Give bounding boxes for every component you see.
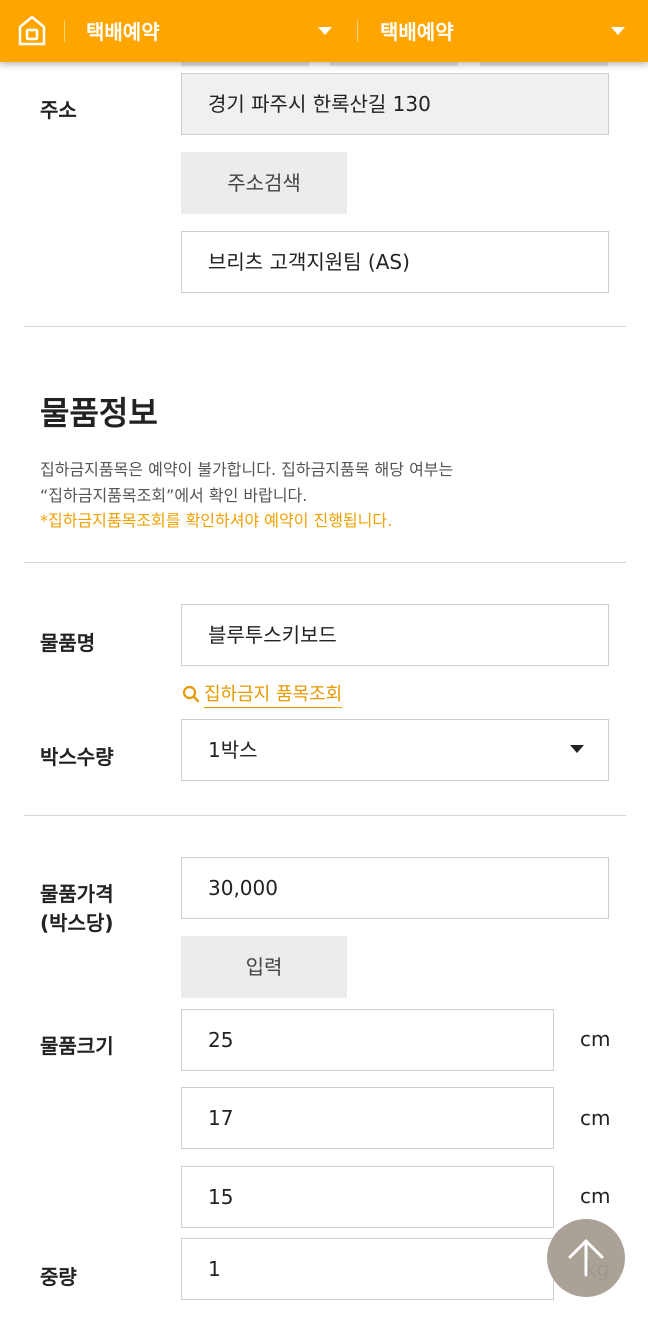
size-unit: cm bbox=[580, 1106, 611, 1130]
arrow-up-icon bbox=[568, 1239, 604, 1277]
top-bar: 택배예약 택배예약 bbox=[0, 0, 648, 62]
item-name-input[interactable]: 블루투스키보드 bbox=[181, 604, 609, 666]
menu-select-2[interactable]: 택배예약 bbox=[380, 16, 454, 45]
price-label-sub: (박스당) bbox=[40, 911, 114, 935]
divider bbox=[24, 815, 626, 816]
prohibited-items-link-label: 집하금지 품목조회 bbox=[204, 684, 343, 708]
address-detail-input[interactable]: 브리츠 고객지원팀 (AS) bbox=[181, 231, 609, 293]
price-label: 물품가격 bbox=[40, 882, 114, 906]
notice-text: “집하금지품목조회”에서 확인 바랍니다. bbox=[40, 486, 308, 505]
divider bbox=[24, 326, 626, 327]
weight-label: 중량 bbox=[40, 1265, 77, 1289]
divider bbox=[24, 562, 626, 563]
chevron-down-icon[interactable] bbox=[570, 745, 584, 753]
size-height-input[interactable]: 15 bbox=[181, 1166, 554, 1228]
size-label: 물품크기 bbox=[40, 1034, 114, 1058]
home-icon[interactable] bbox=[18, 14, 46, 46]
hidden-field-edge bbox=[181, 62, 309, 66]
header-separator bbox=[357, 20, 358, 42]
hidden-field-edge bbox=[480, 62, 608, 66]
box-count-label: 박스수량 bbox=[40, 745, 114, 769]
search-icon bbox=[182, 685, 200, 708]
chevron-down-icon[interactable] bbox=[318, 27, 332, 35]
hidden-field-edge bbox=[330, 62, 458, 66]
item-name-label: 물품명 bbox=[40, 631, 96, 655]
notice-text: 집하금지품목은 예약이 불가합니다. 집하금지품목 해당 여부는 bbox=[40, 460, 454, 479]
weight-input[interactable]: 1 bbox=[181, 1238, 554, 1300]
warning-text: *집하금지품목조회를 확인하셔야 예약이 진행됩니다. bbox=[40, 511, 393, 530]
size-unit: cm bbox=[580, 1184, 611, 1208]
section-title: 물품정보 bbox=[40, 394, 158, 432]
size-unit: cm bbox=[580, 1027, 611, 1051]
price-input-button[interactable]: 입력 bbox=[181, 936, 347, 998]
size-depth-input[interactable]: 17 bbox=[181, 1087, 554, 1149]
header-separator bbox=[64, 20, 65, 42]
price-input[interactable]: 30,000 bbox=[181, 857, 609, 919]
size-width-input[interactable]: 25 bbox=[181, 1009, 554, 1071]
address-label: 주소 bbox=[40, 98, 77, 122]
address-field: 경기 파주시 한록산길 130 bbox=[181, 73, 609, 135]
menu-select-1[interactable]: 택배예약 bbox=[86, 16, 160, 45]
box-count-select[interactable]: 1박스 bbox=[181, 719, 609, 781]
scroll-top-button[interactable] bbox=[547, 1219, 625, 1297]
chevron-down-icon[interactable] bbox=[611, 27, 625, 35]
prohibited-items-link[interactable]: 집하금지 품목조회 bbox=[182, 680, 343, 708]
address-search-button[interactable]: 주소검색 bbox=[181, 152, 347, 214]
